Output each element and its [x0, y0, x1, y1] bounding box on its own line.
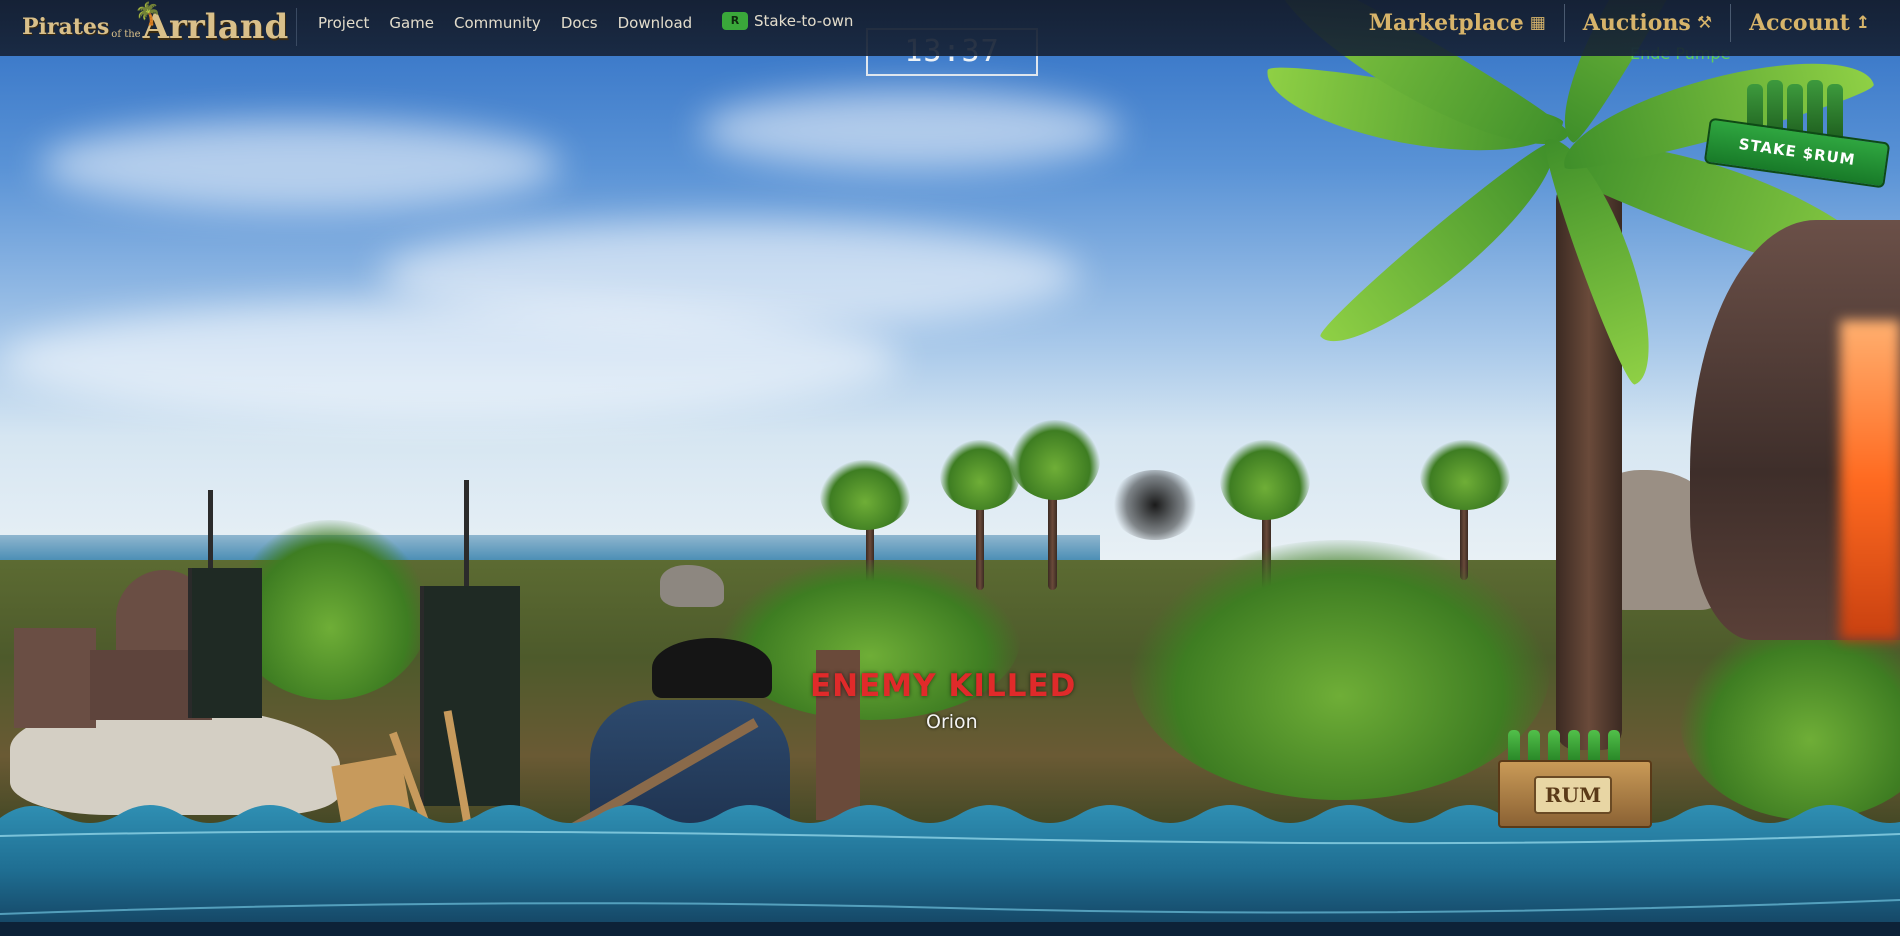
banner	[188, 568, 262, 718]
palm-crown	[1010, 420, 1100, 500]
lava	[1840, 320, 1900, 640]
nav-game[interactable]: Game	[389, 14, 434, 32]
cloud	[700, 90, 1120, 170]
banner	[420, 586, 520, 806]
palm-crown	[940, 440, 1020, 510]
bottle	[1827, 84, 1843, 140]
palm-crown	[1220, 440, 1310, 520]
rock	[660, 565, 724, 607]
wave-bottom	[0, 922, 1900, 936]
auctions-label: Auctions	[1582, 10, 1691, 36]
bush	[1130, 540, 1550, 800]
palm-crown	[820, 460, 910, 530]
account-button[interactable]: Account ↥	[1731, 10, 1888, 36]
gavel-icon: ⚒	[1696, 13, 1713, 33]
rum-crate[interactable]: RUM	[1498, 730, 1652, 828]
arrow-up-icon: ↥	[1855, 13, 1870, 33]
account-label: Account	[1749, 10, 1850, 36]
cloud	[40, 120, 560, 210]
stake-rum-badge[interactable]: STAKE $RUM	[1703, 80, 1891, 189]
top-navigation: Pirates of the Arrland 🌴 Project Game Co…	[0, 0, 1900, 56]
auctions-button[interactable]: Auctions ⚒	[1565, 10, 1730, 36]
nav-community[interactable]: Community	[454, 14, 541, 32]
nav-project[interactable]: Project	[318, 14, 369, 32]
coin-icon: R	[722, 12, 748, 30]
rum-label: RUM	[1534, 776, 1612, 814]
basket-icon: ▦	[1529, 13, 1546, 33]
pirate-hat	[652, 638, 772, 698]
logo-text: of the	[111, 28, 141, 40]
killfeed-name: Orion	[926, 711, 978, 733]
palm-tree-icon: 🌴	[134, 2, 162, 27]
site-logo[interactable]: Pirates of the Arrland 🌴	[22, 2, 289, 50]
logo-text: Pirates	[22, 14, 110, 40]
nav-download[interactable]: Download	[618, 14, 693, 32]
marketplace-label: Marketplace	[1368, 10, 1524, 36]
logo-text: Arrland	[142, 7, 289, 47]
stake-to-own-link[interactable]: R Stake-to-own	[722, 12, 853, 30]
killfeed-title: ENEMY KILLED	[810, 668, 1077, 704]
cloud	[0, 300, 900, 420]
stake-to-own-label: Stake-to-own	[754, 12, 854, 30]
ruin-block	[14, 628, 96, 728]
nav-docs[interactable]: Docs	[561, 14, 598, 32]
marketplace-button[interactable]: Marketplace ▦	[1351, 10, 1564, 36]
right-nav: Marketplace ▦ Auctions ⚒ Account ↥	[1351, 0, 1888, 46]
palm-crown	[1420, 440, 1510, 510]
divider	[296, 8, 297, 46]
main-nav: Project Game Community Docs Download	[318, 0, 692, 46]
smoke	[1110, 470, 1200, 540]
